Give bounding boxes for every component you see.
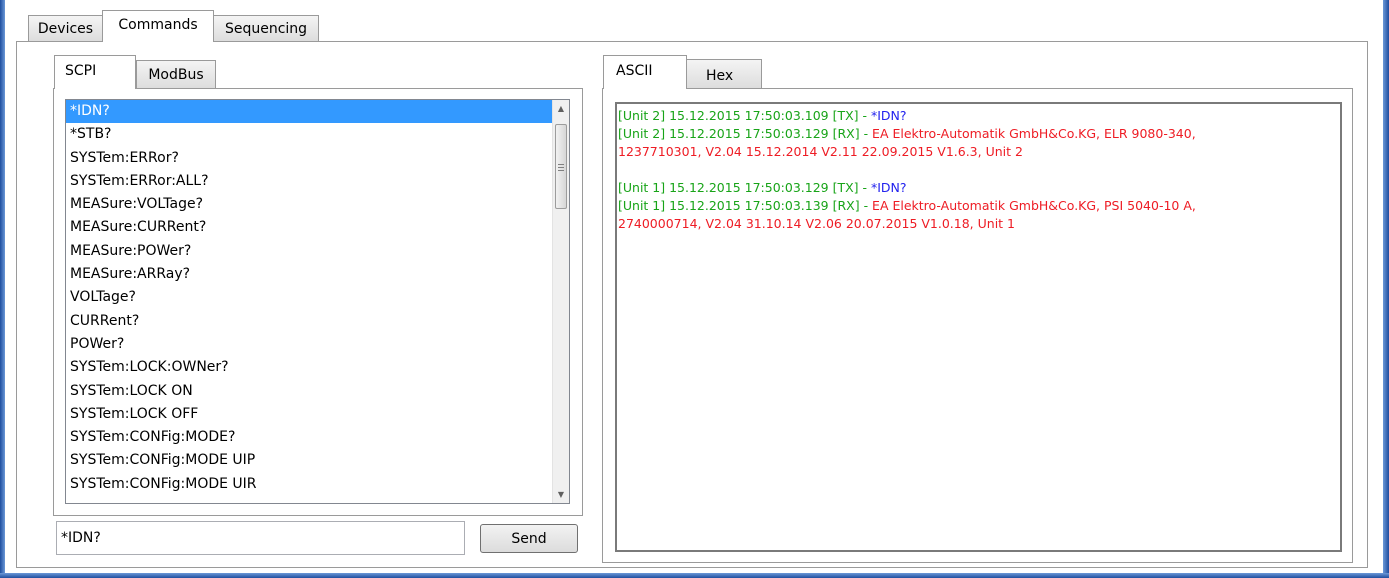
log-meta: [Unit 2] 15.12.2015 17:50:03.109 [TX] -: [618, 108, 871, 123]
log-message: *IDN?: [871, 108, 907, 123]
tab-ascii[interactable]: ASCII: [603, 55, 687, 89]
commands-panel: SCPI ModBus *IDN? *STB? SYSTem:ERRor? SYSTe…: [16, 41, 1368, 568]
list-item[interactable]: MEASure:POWer?: [66, 240, 569, 263]
log-meta: [Unit 1] 15.12.2015 17:50:03.139 [RX] -: [618, 198, 873, 213]
log-message: 2740000714, V2.04 31.10.14 V2.06 20.07.2…: [618, 216, 1015, 231]
tab-modbus[interactable]: ModBus: [136, 60, 216, 89]
list-item[interactable]: MEASure:ARRay?: [66, 263, 569, 286]
list-item[interactable]: SYSTem:CONFig:MODE?: [66, 426, 569, 449]
log-line: 1237710301, V2.04 15.12.2014 V2.11 22.09…: [618, 143, 1340, 161]
command-input[interactable]: [56, 521, 465, 555]
command-list[interactable]: *IDN? *STB? SYSTem:ERRor? SYSTem:ERRor:ALL?…: [65, 99, 570, 504]
window-frame-right: [1383, 0, 1389, 578]
log-message: EA Elektro-Automatik GmbH&Co.KG, ELR 908…: [872, 126, 1196, 141]
list-item[interactable]: VOLTage?: [66, 286, 569, 309]
log-line: [Unit 1] 15.12.2015 17:50:03.139 [RX] - …: [618, 197, 1340, 215]
command-list-scrollbar[interactable]: ▲ ▼: [552, 100, 569, 503]
list-item[interactable]: POWer?: [66, 333, 569, 356]
command-items: *IDN? *STB? SYSTem:ERRor? SYSTem:ERRor:ALL?…: [66, 100, 569, 496]
list-item[interactable]: SYSTem:CONFig:MODE UIP: [66, 449, 569, 472]
list-item[interactable]: SYSTem:CONFig:MODE UIR: [66, 473, 569, 496]
tab-scpi[interactable]: SCPI: [54, 55, 136, 89]
list-item[interactable]: SYSTem:ERRor:ALL?: [66, 170, 569, 193]
response-log[interactable]: [Unit 2] 15.12.2015 17:50:03.109 [TX] - …: [615, 102, 1342, 552]
ascii-group: [Unit 2] 15.12.2015 17:50:03.109 [TX] - …: [602, 88, 1353, 563]
scpi-group: *IDN? *STB? SYSTem:ERRor? SYSTem:ERRor:ALL?…: [53, 88, 583, 516]
send-button[interactable]: Send: [480, 524, 578, 553]
log-message: *IDN?: [871, 180, 907, 195]
scroll-down-icon[interactable]: ▼: [553, 486, 569, 503]
log-message: EA Elektro-Automatik GmbH&Co.KG, PSI 504…: [872, 198, 1196, 213]
log-meta: [Unit 1] 15.12.2015 17:50:03.129 [TX] -: [618, 180, 871, 195]
scrollbar-thumb[interactable]: [555, 124, 567, 209]
list-item[interactable]: SYSTem:ERRor?: [66, 147, 569, 170]
list-item[interactable]: MEASure:CURRent?: [66, 216, 569, 239]
list-item[interactable]: CURRent?: [66, 310, 569, 333]
tab-devices[interactable]: Devices: [28, 15, 103, 42]
log-line: [Unit 2] 15.12.2015 17:50:03.129 [RX] - …: [618, 125, 1340, 143]
tab-hex[interactable]: Hex: [686, 59, 762, 89]
list-item[interactable]: MEASure:VOLTage?: [66, 193, 569, 216]
list-item[interactable]: SYSTem:LOCK ON: [66, 380, 569, 403]
list-item[interactable]: *STB?: [66, 123, 569, 146]
tab-sequencing[interactable]: Sequencing: [213, 15, 319, 42]
list-item[interactable]: SYSTem:LOCK OFF: [66, 403, 569, 426]
log-blank-line: [618, 161, 1340, 179]
window-frame-left: [0, 0, 5, 578]
list-item[interactable]: *IDN?: [66, 100, 569, 124]
list-item[interactable]: SYSTem:LOCK:OWNer?: [66, 356, 569, 379]
log-line: [Unit 1] 15.12.2015 17:50:03.129 [TX] - …: [618, 179, 1340, 197]
log-meta: [Unit 2] 15.12.2015 17:50:03.129 [RX] -: [618, 126, 873, 141]
log-message: 1237710301, V2.04 15.12.2014 V2.11 22.09…: [618, 144, 1023, 159]
tab-commands[interactable]: Commands: [102, 10, 214, 42]
log-line: 2740000714, V2.04 31.10.14 V2.06 20.07.2…: [618, 215, 1340, 233]
window-frame-bottom: [0, 573, 1389, 578]
log-lines: [Unit 2] 15.12.2015 17:50:03.109 [TX] - …: [618, 107, 1340, 233]
log-line: [Unit 2] 15.12.2015 17:50:03.109 [TX] - …: [618, 107, 1340, 125]
scroll-up-icon[interactable]: ▲: [553, 100, 569, 117]
